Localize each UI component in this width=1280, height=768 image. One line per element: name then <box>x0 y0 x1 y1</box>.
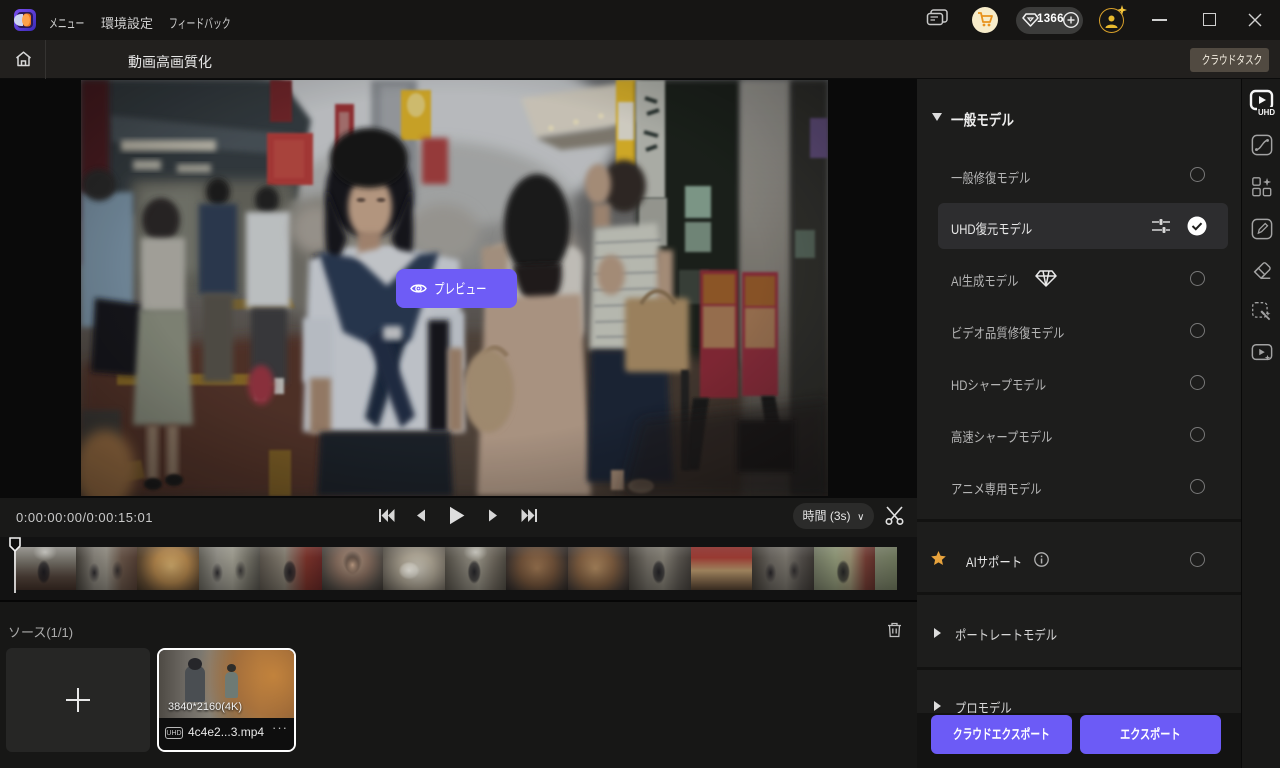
svg-text:UHD: UHD <box>1258 108 1275 117</box>
